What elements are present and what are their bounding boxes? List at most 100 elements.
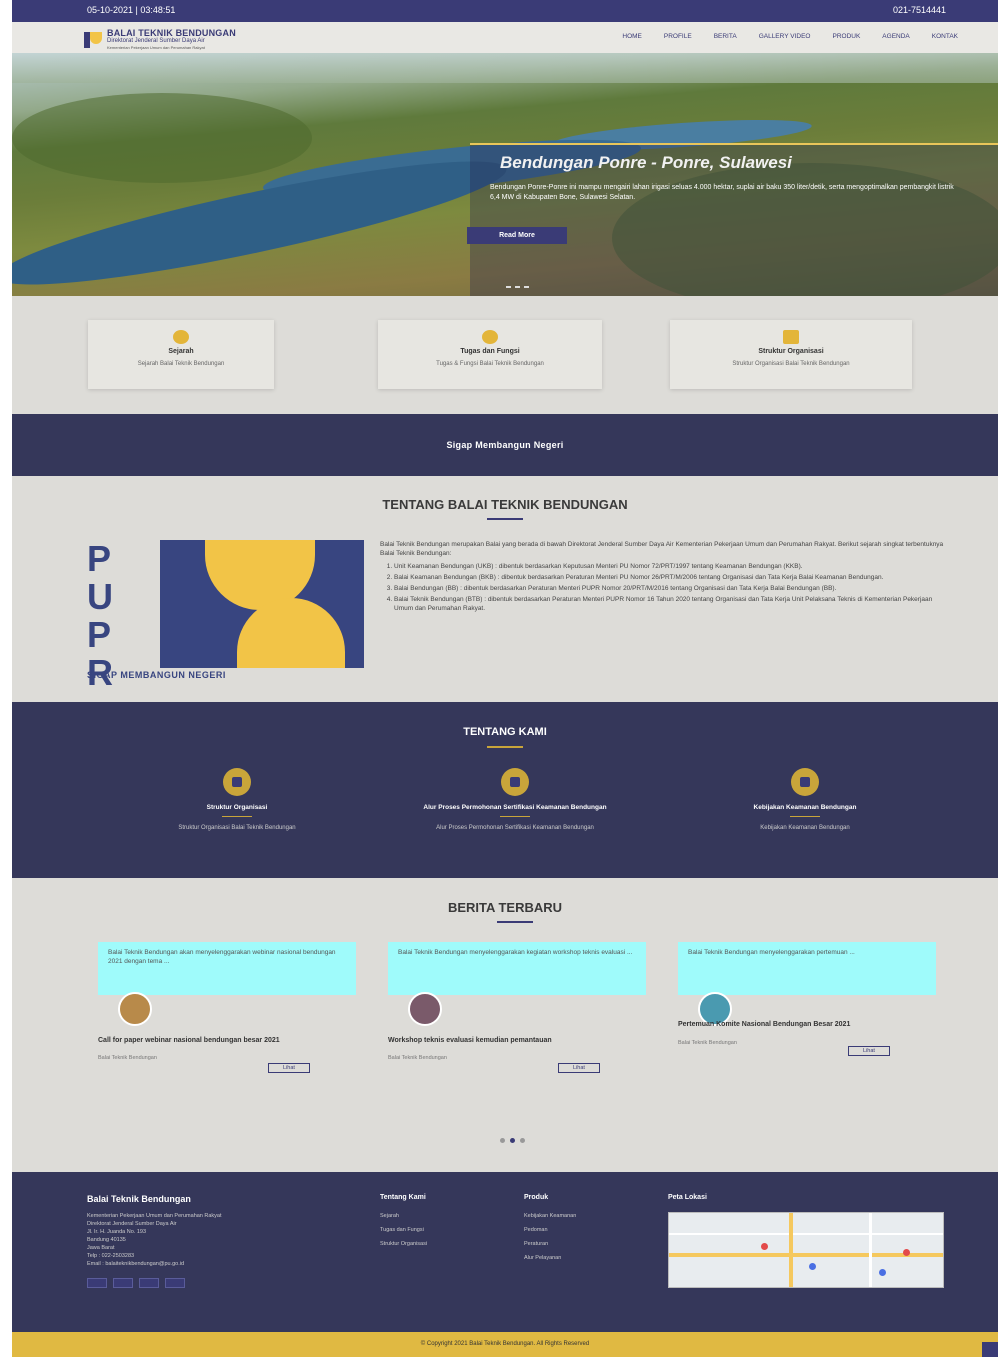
history-item: Unit Keamanan Bendungan (UKB) : dibentuk… (394, 562, 950, 571)
logo-title: BALAI TEKNIK BENDUNGAN (107, 28, 236, 38)
map-pin-icon[interactable] (761, 1243, 768, 1250)
main-nav: HOME PROFILE BERITA GALLERY VIDEO PRODUK… (622, 33, 958, 40)
title-underline (487, 746, 523, 748)
nav-gallery-video[interactable]: GALLERY VIDEO (759, 33, 811, 40)
footer-link[interactable]: Peraturan (524, 1237, 576, 1251)
kami-item-alur[interactable]: Alur Proses Permohonan Sertifikasi Keama… (390, 768, 640, 831)
footer-link[interactable]: Kebijakan Keamanan (524, 1209, 576, 1223)
footer-link[interactable]: Alur Pelayanan (524, 1251, 576, 1265)
kami-item-struktur[interactable]: Struktur Organisasi Struktur Organisasi … (112, 768, 362, 831)
card-desc: Tugas & Fungsi Balai Teknik Bendungan (436, 361, 544, 367)
card-title: Struktur Organisasi (758, 348, 824, 355)
footer-org-name: Balai Teknik Bendungan (87, 1194, 191, 1204)
footer-link[interactable]: Pedoman (524, 1223, 576, 1237)
pupr-logo: P U P R SIGAP MEMBANGUN NEGERI (87, 538, 364, 692)
map-pin-icon[interactable] (903, 1249, 910, 1256)
location-map[interactable] (668, 1212, 944, 1288)
pupr-letter: P (87, 538, 112, 579)
about-title: TENTANG BALAI TEKNIK BENDUNGAN (382, 497, 628, 512)
card-title: Tugas dan Fungsi (460, 348, 520, 355)
news-carousel-dots[interactable] (500, 1138, 525, 1143)
news-item[interactable]: Balai Teknik Bendungan akan menyelenggar… (98, 942, 356, 1073)
site-logo[interactable]: BALAI TEKNIK BENDUNGAN Direktorat Jender… (84, 29, 236, 50)
read-more-button[interactable]: Read More (467, 227, 567, 244)
instagram-icon[interactable] (139, 1278, 159, 1288)
card-struktur[interactable]: Struktur Organisasi Struktur Organisasi … (670, 320, 912, 389)
tentang-kami-section: TENTANG KAMI Struktur Organisasi Struktu… (12, 702, 998, 878)
scroll-to-top-button[interactable] (982, 1342, 998, 1357)
footer-col-tentang: Tentang Kami Sejarah Tugas dan Fungsi St… (380, 1194, 427, 1251)
kami-item-title: Alur Proses Permohonan Sertifikasi Keama… (423, 804, 607, 811)
policy-icon (791, 768, 819, 796)
nav-profile[interactable]: PROFILE (664, 33, 692, 40)
footer-address-line: Direktorat Jenderal Sumber Daya Air (87, 1221, 177, 1227)
news-thumbnail (408, 992, 442, 1026)
news-headline[interactable]: Pertemuan Komite Nasional Bendungan Besa… (678, 1020, 936, 1029)
facebook-icon[interactable] (113, 1278, 133, 1288)
footer-address-line: Jawa Barat (87, 1245, 115, 1251)
slider-indicators[interactable] (506, 286, 529, 288)
footer-address-line: Kementerian Pekerjaan Umum dan Perumahan… (87, 1213, 222, 1219)
hero-title: Bendungan Ponre - Ponre, Sulawesi (500, 153, 792, 172)
kami-item-desc: Alur Proses Permohonan Sertifikasi Keama… (436, 825, 594, 831)
about-intro: Balai Teknik Bendungan merupakan Balai y… (380, 541, 944, 557)
footer-link[interactable]: Sejarah (380, 1209, 427, 1223)
process-icon (501, 768, 529, 796)
kami-item-title: Struktur Organisasi (206, 804, 268, 811)
card-desc: Struktur Organisasi Balai Teknik Bendung… (732, 361, 850, 367)
news-headline[interactable]: Call for paper webinar nasional bendunga… (98, 1036, 356, 1045)
card-desc: Sejarah Balai Teknik Bendungan (137, 361, 225, 367)
nav-produk[interactable]: PRODUK (832, 33, 860, 40)
footer-address-line: Jl. Ir. H. Juanda No. 193 (87, 1229, 147, 1235)
history-item: Balai Keamanan Bendungan (BKB) : dibentu… (394, 573, 950, 582)
footer-link[interactable]: Struktur Organisasi (380, 1237, 427, 1251)
twitter-icon[interactable] (87, 1278, 107, 1288)
logo-subtitle: Direktorat Jenderal Sumber Daya Air (107, 38, 205, 44)
footer-col-produk: Produk Kebijakan Keamanan Pedoman Peratu… (524, 1194, 576, 1265)
footer-address-line: Bandung 40135 (87, 1237, 126, 1243)
footer-link[interactable]: Tugas dan Fungsi (380, 1223, 427, 1237)
footer-col-title: Peta Lokasi (668, 1194, 707, 1201)
nav-kontak[interactable]: KONTAK (932, 33, 958, 40)
news-quote: Balai Teknik Bendungan akan menyelenggar… (98, 942, 356, 995)
hero-hill (12, 93, 312, 183)
news-author: Balai Teknik Bendungan (678, 1040, 737, 1046)
slogan-band: Sigap Membangun Negeri (12, 414, 998, 476)
org-chart-icon (223, 768, 251, 796)
globe-icon (173, 330, 189, 344)
title-underline (487, 518, 523, 520)
kami-item-kebijakan[interactable]: Kebijakan Keamanan Bendungan Kebijakan K… (680, 768, 930, 831)
news-read-button[interactable]: Lihat (268, 1063, 310, 1073)
social-links (87, 1278, 327, 1288)
news-item[interactable]: Balai Teknik Bendungan menyelenggarakan … (678, 942, 936, 1056)
card-title: Sejarah (168, 348, 194, 355)
card-sejarah[interactable]: Sejarah Sejarah Balai Teknik Bendungan (88, 320, 274, 389)
datetime: 05-10-2021 | 03:48:51 (87, 5, 176, 15)
history-item: Balai Teknik Bendungan (BTB) : dibentuk … (394, 595, 950, 613)
nav-berita[interactable]: BERITA (714, 33, 737, 40)
kami-item-title: Kebijakan Keamanan Bendungan (753, 804, 857, 811)
news-read-button[interactable]: Lihat (848, 1046, 890, 1056)
card-tugas-fungsi[interactable]: Tugas dan Fungsi Tugas & Fungsi Balai Te… (378, 320, 602, 389)
footer-address-line: Email : balaiteknikbendungan@pu.go.id (87, 1261, 185, 1267)
news-read-button[interactable]: Lihat (558, 1063, 600, 1073)
map-pin-icon[interactable] (879, 1269, 886, 1276)
news-headline[interactable]: Workshop teknis evaluasi kemudian pemant… (388, 1036, 646, 1045)
top-bar: 05-10-2021 | 03:48:51 021-7514441 (12, 0, 998, 22)
hero-slider: Bendungan Ponre - Ponre, Sulawesi Bendun… (12, 53, 998, 296)
news-thumbnail (118, 992, 152, 1026)
nav-agenda[interactable]: AGENDA (882, 33, 909, 40)
pupr-logo-icon (84, 31, 102, 48)
pupr-letter: P (87, 614, 112, 655)
title-underline (497, 921, 533, 923)
page-frame: 05-10-2021 | 03:48:51 021-7514441 BALAI … (12, 0, 998, 1357)
map-pin-icon[interactable] (809, 1263, 816, 1270)
footer: Balai Teknik Bendungan Kementerian Peker… (12, 1172, 998, 1332)
footer-col-map: Peta Lokasi (668, 1194, 707, 1209)
hero-sky (12, 53, 998, 83)
youtube-icon[interactable] (165, 1278, 185, 1288)
copyright-bar: © Copyright 2021 Balai Teknik Bendungan.… (12, 1332, 998, 1357)
pupr-slogan: SIGAP MEMBANGUN NEGERI (87, 670, 226, 680)
news-item[interactable]: Balai Teknik Bendungan menyelenggarakan … (388, 942, 646, 1073)
nav-home[interactable]: HOME (622, 33, 642, 40)
